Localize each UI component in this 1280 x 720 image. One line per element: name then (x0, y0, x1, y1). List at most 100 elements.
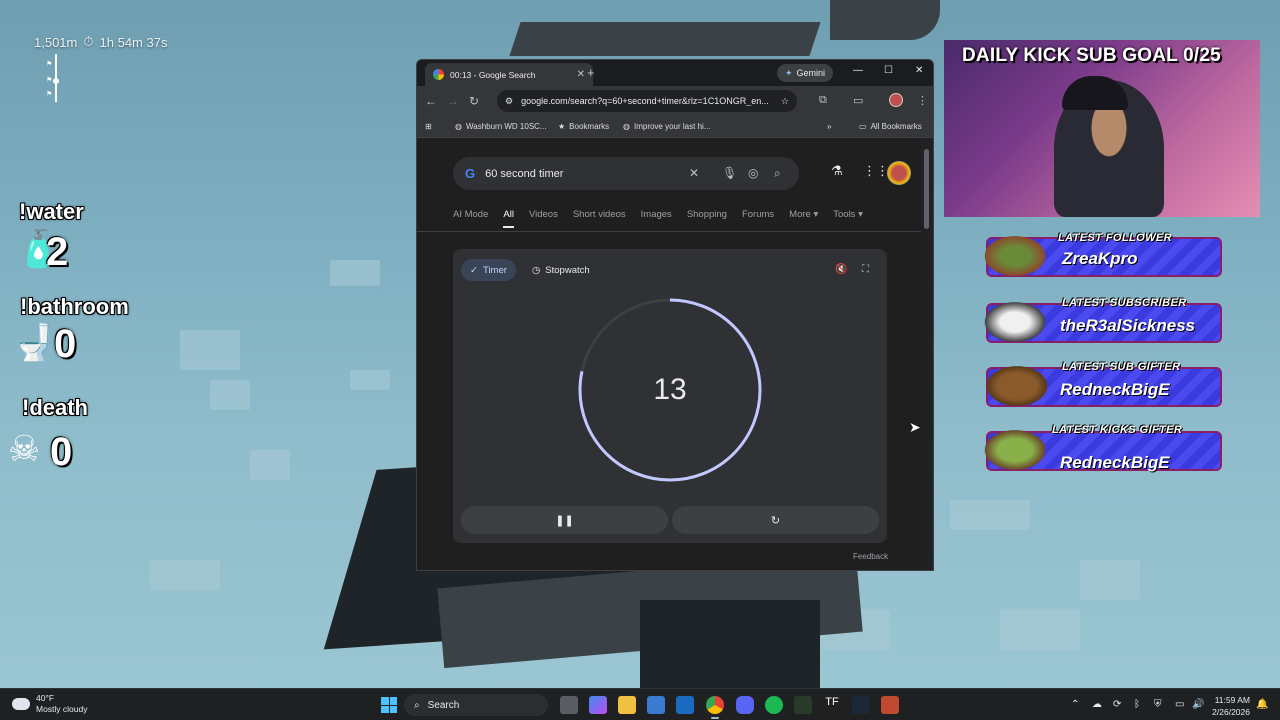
browser-toolbar: ← → ↻ ⚙ google.com/search?q=60+second+ti… (417, 86, 933, 116)
bookmark-item[interactable]: ◍ Improve your last hi... (623, 122, 710, 131)
back-icon[interactable]: ← (425, 94, 437, 108)
filter-all[interactable]: All (503, 209, 514, 228)
forward-icon[interactable]: → (447, 94, 459, 108)
bathroom-counter-value: 0 (54, 322, 77, 366)
filter-videos[interactable]: Videos (529, 209, 558, 220)
notification-bell-icon[interactable]: 🔔 (1256, 699, 1268, 710)
labs-flask-icon[interactable]: ⚗ (831, 163, 843, 179)
steam-icon[interactable] (852, 696, 870, 714)
bookmark-item[interactable]: ★ Bookmarks (558, 122, 609, 131)
cloud-icon (12, 698, 30, 710)
discord-icon[interactable] (736, 696, 754, 714)
timer-remaining: 13 (653, 373, 687, 406)
filter-more[interactable]: More ▾ (789, 209, 818, 220)
chrome-icon[interactable] (706, 696, 724, 719)
browser-window: 00:13 - Google Search ✕ + ✦ Gemini — ☐ ✕… (416, 59, 934, 571)
address-bar[interactable]: ⚙ google.com/search?q=60+second+timer&rl… (497, 90, 797, 112)
file-explorer-icon[interactable] (618, 696, 636, 714)
tf-app-icon[interactable]: TF (823, 696, 841, 714)
filter-shopping[interactable]: Shopping (687, 209, 727, 220)
gemini-label: Gemini (796, 68, 826, 78)
system-clock[interactable]: 11:59 AM 2/26/2026 (1208, 694, 1250, 718)
volume-icon[interactable]: 🔊 (1192, 699, 1204, 710)
clear-search-icon[interactable]: ✕ (689, 166, 699, 180)
sync-icon[interactable]: ⟳ (1113, 699, 1121, 710)
bookmark-item[interactable]: ◍ Washburn WD 10SC... (455, 122, 547, 131)
bookmarks-bar: ⊞ ◍ Washburn WD 10SC... ★ Bookmarks ◍ Impro… (417, 116, 933, 138)
search-icon: ⌕ (414, 699, 420, 711)
tab-google-search[interactable]: 00:13 - Google Search ✕ (425, 63, 593, 86)
wookiee-avatar (982, 363, 1052, 409)
height-gauge: ⚑ ⚑ ⚑ (46, 54, 59, 102)
search-icon[interactable]: ⌕ (774, 166, 781, 181)
filter-ai-mode[interactable]: AI Mode (453, 209, 488, 220)
page-scrollbar[interactable] (921, 139, 933, 570)
timer-tab[interactable]: ✓ Timer (461, 259, 516, 281)
onedrive-icon[interactable]: ☁ (1092, 699, 1102, 710)
account-avatar[interactable] (887, 161, 911, 185)
yoda-avatar (980, 427, 1050, 473)
extensions-icon[interactable]: ⧉ (819, 94, 827, 107)
alert-heading: LATEST SUB GIFTER (1062, 361, 1181, 373)
mute-icon[interactable]: 🔇 (835, 264, 847, 275)
site-info-icon[interactable]: ⚙ (505, 96, 513, 107)
maximize-button[interactable]: ☐ (884, 65, 893, 76)
alert-name: ZreaKpro (1062, 249, 1138, 268)
fullscreen-icon[interactable]: ⛶ (862, 264, 869, 275)
profile-avatar[interactable] (889, 93, 903, 107)
security-icon[interactable]: ⛨ (1154, 699, 1162, 710)
close-tab-icon[interactable]: ✕ (577, 69, 585, 80)
copilot-icon[interactable] (589, 696, 607, 714)
start-button[interactable] (381, 697, 397, 713)
new-tab-button[interactable]: + (587, 65, 595, 80)
task-view-icon[interactable] (560, 696, 578, 714)
bookmark-star-icon[interactable]: ☆ (781, 96, 789, 107)
url-text: google.com/search?q=60+second+timer&rlz=… (521, 96, 769, 106)
pause-button[interactable]: ❚❚ (461, 506, 668, 534)
stopwatch-tab[interactable]: ◷ Stopwatch (523, 259, 599, 281)
feedback-link[interactable]: Feedback (853, 552, 888, 561)
reset-button[interactable]: ↻ (672, 506, 879, 534)
game-icon[interactable] (881, 696, 899, 714)
filter-forums[interactable]: Forums (742, 209, 774, 220)
minimize-button[interactable]: — (853, 65, 863, 76)
taskbar-search[interactable]: ⌕ Search (404, 694, 548, 716)
water-counter-value: 2 (46, 230, 69, 274)
tray-overflow-icon[interactable]: ⌃ (1071, 699, 1079, 710)
filter-tools[interactable]: Tools ▾ (833, 209, 863, 220)
outlook-icon[interactable] (676, 696, 694, 714)
network-icon[interactable]: ▭ (1175, 699, 1184, 710)
apps-grid-icon[interactable]: ⊞ (425, 122, 432, 131)
microphone-icon[interactable]: 🎙 (722, 166, 737, 180)
globe-icon: ◍ (455, 122, 462, 131)
filter-images[interactable]: Images (641, 209, 672, 220)
cast-icon[interactable]: ▭ (853, 94, 863, 107)
bathroom-counter-label: !bathroom (20, 294, 129, 319)
toilet-icon: 🚽 (12, 322, 57, 363)
stopwatch-icon: ⏱ (83, 34, 94, 49)
weather-widget[interactable]: 40°F Mostly cloudy (12, 693, 88, 715)
page-content: G 60 second timer ✕ 🎙 ◎ ⌕ ⚗ ⋮⋮ AI Mode A… (417, 139, 921, 570)
store-icon[interactable] (647, 696, 665, 714)
gemini-button[interactable]: ✦ Gemini (777, 64, 834, 82)
overflow-chevron-icon[interactable]: » (827, 122, 831, 131)
flag-icon: ⚑ (46, 77, 53, 84)
menu-icon[interactable]: ⋮ (917, 94, 928, 107)
filter-short-videos[interactable]: Short videos (573, 209, 626, 220)
alert-heading: LATEST KICKS GIFTER (1052, 424, 1183, 436)
hud-stats: 1,501m ⏱ 1h 54m 37s (34, 34, 167, 50)
terminal-icon[interactable] (794, 696, 812, 714)
all-bookmarks-folder[interactable]: ▭ All Bookmarks (859, 122, 922, 131)
flag-icon: ⚑ (46, 91, 53, 98)
reload-icon[interactable]: ↻ (469, 94, 479, 108)
google-apps-icon[interactable]: ⋮⋮ (863, 163, 889, 179)
spotify-icon[interactable] (765, 696, 783, 714)
pause-icon: ❚❚ (555, 514, 574, 527)
lens-icon[interactable]: ◎ (748, 166, 758, 180)
distance-readout: 1,501m (34, 34, 78, 50)
star-icon: ★ (558, 122, 566, 131)
trooper-avatar (980, 299, 1050, 345)
tab-title: 00:13 - Google Search (450, 69, 536, 80)
bluetooth-icon[interactable]: ᛒ (1134, 699, 1140, 710)
close-window-button[interactable]: ✕ (915, 65, 923, 76)
